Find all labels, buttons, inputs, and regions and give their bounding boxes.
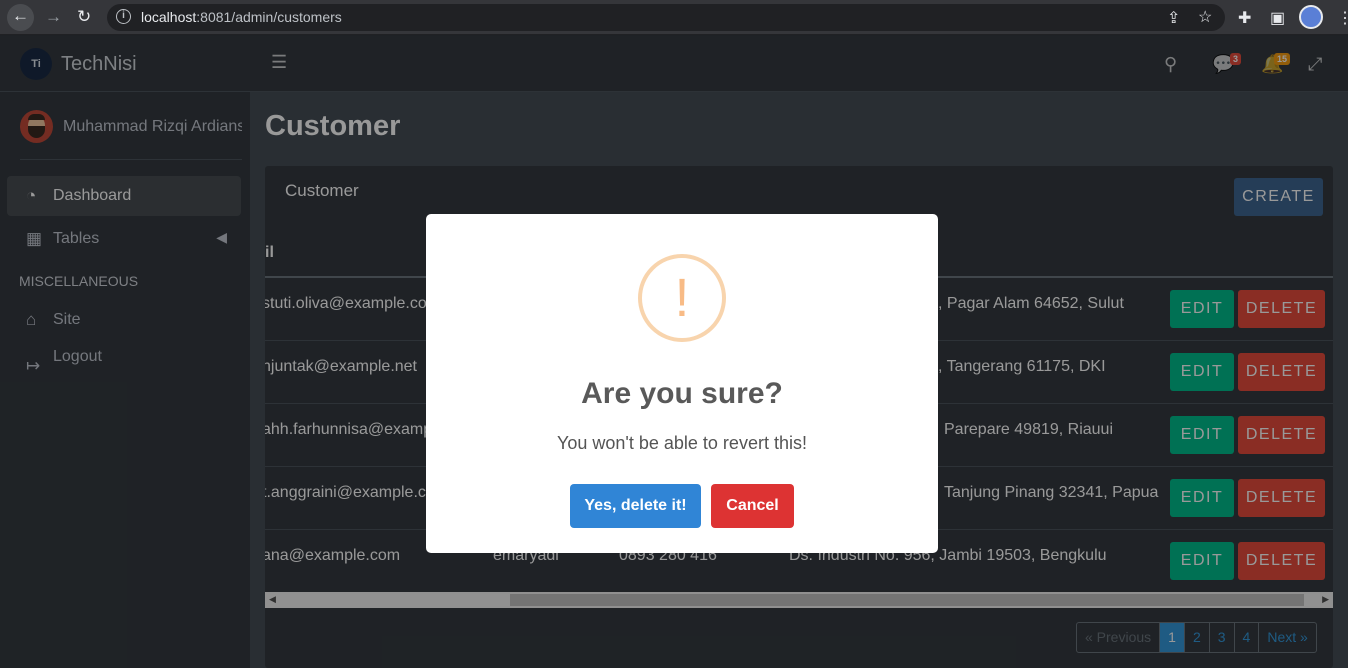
url-path: :8081/admin/customers: [196, 9, 342, 25]
site-info-icon[interactable]: i: [116, 9, 131, 24]
url-host: localhost: [141, 9, 197, 25]
bookmark-star-icon[interactable]: ☆: [1198, 7, 1212, 27]
confirm-delete-button[interactable]: Yes, delete it!: [570, 484, 701, 528]
forward-arrow-icon[interactable]: →: [45, 7, 62, 27]
browser-menu-icon[interactable]: ⋮: [1337, 8, 1348, 28]
extensions-icon[interactable]: ✚: [1238, 8, 1251, 28]
cancel-button[interactable]: Cancel: [711, 484, 794, 528]
warning-icon: !: [638, 254, 726, 342]
browser-toolbar: ← → ↻ i localhost:8081/admin/customers ⇪…: [0, 0, 1348, 35]
back-arrow-icon[interactable]: ←: [12, 6, 29, 26]
profile-avatar[interactable]: [1299, 5, 1323, 29]
dialog-title: Are you sure?: [581, 377, 783, 410]
share-icon[interactable]: ⇪: [1167, 8, 1180, 28]
side-panel-icon[interactable]: ▣: [1270, 8, 1285, 28]
url-text: localhost:8081/admin/customers: [141, 9, 342, 25]
address-bar[interactable]: i localhost:8081/admin/customers ⇪ ☆: [107, 4, 1225, 31]
confirm-dialog: ! Are you sure? You won't be able to rev…: [426, 214, 938, 553]
dialog-text: You won't be able to revert this!: [557, 433, 807, 453]
reload-icon[interactable]: ↻: [77, 7, 91, 27]
